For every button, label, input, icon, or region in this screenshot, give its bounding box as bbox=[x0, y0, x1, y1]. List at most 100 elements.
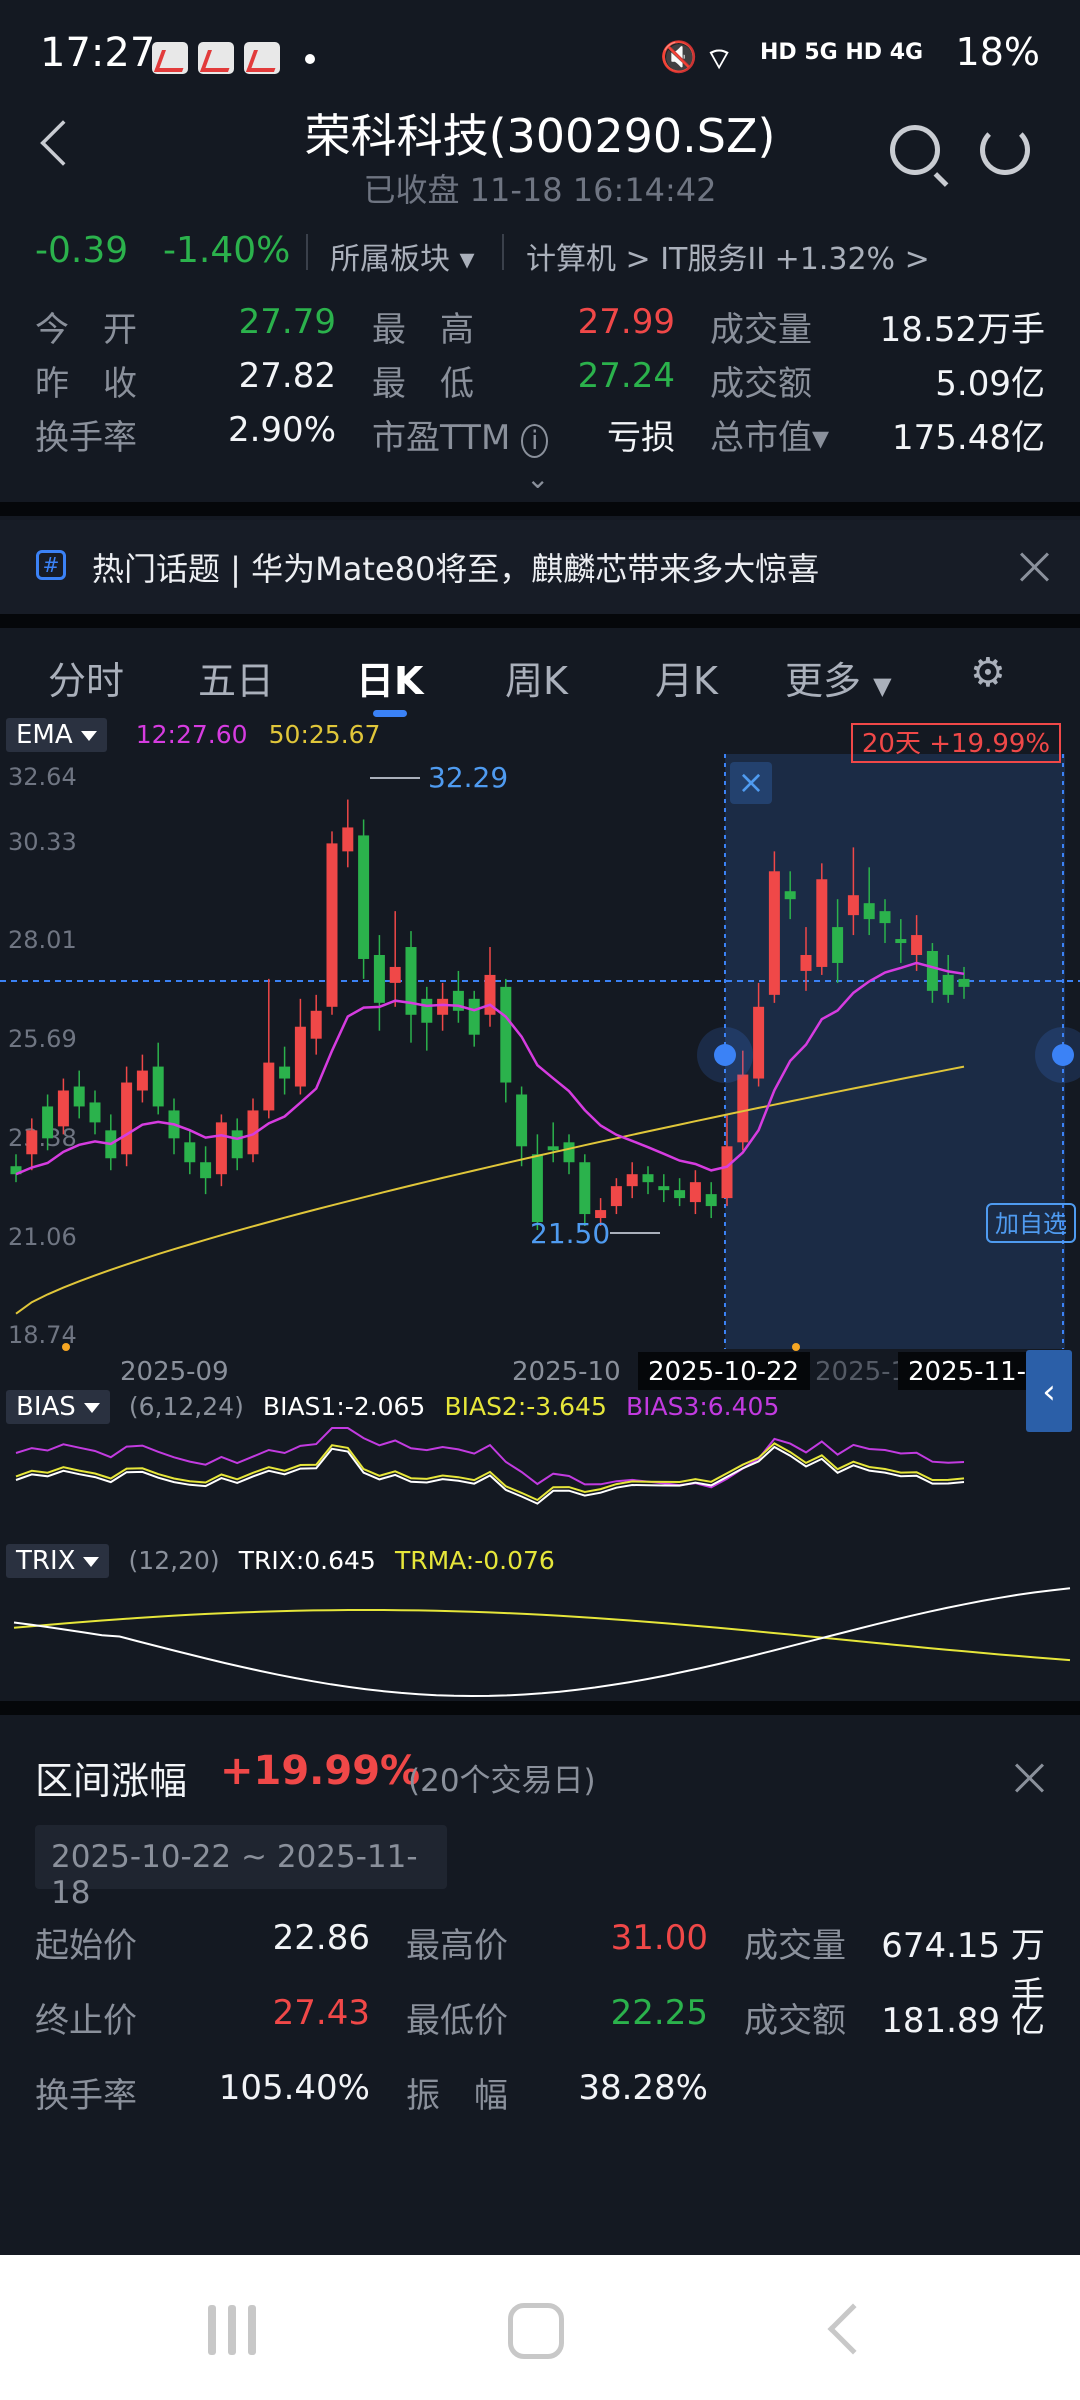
sector-link[interactable]: 计算机 > IT服务II +1.32% > bbox=[526, 234, 930, 278]
candle bbox=[326, 843, 338, 1007]
add-watchlist-label[interactable]: 加自选 bbox=[995, 1210, 1067, 1238]
close-icon[interactable] bbox=[1020, 552, 1050, 582]
x-axis-label: 2025-1 bbox=[815, 1357, 907, 1387]
candle bbox=[610, 1186, 622, 1207]
candle bbox=[215, 1122, 227, 1175]
turnover-value: 2.90% bbox=[227, 410, 336, 450]
candle bbox=[926, 951, 938, 991]
status-bar: 17:27 🔇 ⌔ HD 5G HD 4G 18% bbox=[0, 0, 1080, 110]
turnover-label: 换手率 bbox=[35, 418, 137, 458]
trix-value: TRIX:0.645 bbox=[238, 1546, 376, 1575]
divider bbox=[502, 234, 504, 270]
start-price: 22.86 bbox=[272, 1918, 370, 1958]
back-nav-icon[interactable] bbox=[827, 2303, 879, 2355]
battery-level: 18% bbox=[955, 30, 1040, 74]
open-value: 27.79 bbox=[238, 302, 336, 342]
candle bbox=[500, 986, 512, 1083]
kline-chart[interactable]: 32.64 30.33 28.01 25.69 23.38 21.06 18.7… bbox=[0, 716, 1080, 1701]
divider bbox=[0, 1701, 1080, 1715]
app-notification-icon bbox=[152, 42, 188, 74]
y-axis-label: 25.69 bbox=[8, 1025, 77, 1053]
y-axis-label: 30.33 bbox=[8, 828, 77, 856]
event-marker[interactable] bbox=[792, 1343, 800, 1351]
candle bbox=[705, 1194, 717, 1207]
candle bbox=[911, 935, 923, 955]
main-indicator-header: EMA 12:27.60 50:25.67 bbox=[6, 718, 380, 752]
selection-start-handle[interactable] bbox=[714, 1044, 736, 1066]
divider bbox=[0, 502, 1080, 516]
candle bbox=[136, 1070, 148, 1091]
candle bbox=[816, 879, 828, 967]
refresh-icon[interactable] bbox=[980, 125, 1030, 175]
candle bbox=[642, 1174, 654, 1183]
prev-close-value: 27.82 bbox=[238, 356, 336, 396]
candle bbox=[531, 1154, 543, 1223]
price-change: -0.39 bbox=[35, 230, 129, 271]
chevron-left-icon[interactable]: ‹ bbox=[1042, 1372, 1056, 1412]
sector-dropdown[interactable]: 所属板块 ▾ bbox=[330, 234, 475, 278]
candle bbox=[689, 1182, 701, 1203]
trix-selector[interactable]: TRIX bbox=[6, 1544, 110, 1578]
candle bbox=[279, 1066, 291, 1079]
selection-end-handle[interactable] bbox=[1052, 1044, 1074, 1066]
amount-label: 成交额 bbox=[710, 364, 812, 404]
search-icon[interactable] bbox=[890, 125, 940, 175]
close-selection-icon[interactable]: × bbox=[738, 763, 765, 801]
expand-chevron-icon[interactable]: ⌄ bbox=[526, 462, 549, 495]
bias-selector[interactable]: BIAS bbox=[6, 1390, 110, 1424]
tab-five-day[interactable]: 五日 bbox=[198, 650, 274, 705]
candle bbox=[879, 911, 891, 924]
system-navigation-bar bbox=[0, 2255, 1080, 2400]
high-price-label: 32.29 bbox=[428, 761, 508, 794]
market-cap-label[interactable]: 总市值▾ bbox=[710, 410, 829, 459]
candle bbox=[358, 835, 370, 959]
hot-topic-banner[interactable]: # 热门话题 | 华为Mate80将至，麒麟芯带来多大惊喜 bbox=[0, 520, 1080, 614]
tab-more[interactable]: 更多 ▼ bbox=[785, 650, 892, 705]
interval-range-text[interactable]: 2025-10-22 ~ 2025-11-18 bbox=[51, 1839, 447, 1911]
candle bbox=[958, 978, 970, 987]
close-icon[interactable] bbox=[1015, 1763, 1045, 1793]
interval-amount: 181.89 亿 bbox=[881, 2001, 1045, 2041]
trix-header: TRIX (12,20) TRIX:0.645 TRMA:-0.076 bbox=[6, 1544, 555, 1578]
recent-apps-icon[interactable] bbox=[208, 2305, 262, 2355]
bias-header: BIAS (6,12,24) BIAS1:-2.065 BIAS2:-3.645… bbox=[6, 1390, 779, 1424]
chart-period-tabs: 分时 五日 日K 周K 月K 更多 ▼ ⚙ bbox=[0, 628, 1080, 718]
settings-gear-icon[interactable]: ⚙ bbox=[970, 650, 1006, 696]
candle bbox=[200, 1162, 212, 1179]
candle bbox=[800, 954, 812, 971]
trma-value: TRMA:-0.076 bbox=[394, 1546, 555, 1575]
candle bbox=[389, 966, 401, 983]
tab-monthly-k[interactable]: 月K bbox=[655, 650, 718, 705]
high-label: 最 高 bbox=[372, 310, 474, 350]
open-label: 今 开 bbox=[35, 310, 137, 350]
candle bbox=[468, 998, 480, 1035]
volume-label: 成交量 bbox=[710, 310, 812, 350]
interval-date-range[interactable]: 2025-10-22 ~ 2025-11-18 bbox=[35, 1825, 447, 1911]
tab-daily-k[interactable]: 日K bbox=[356, 650, 423, 705]
interval-title: 区间涨幅 bbox=[35, 1759, 188, 1803]
candle bbox=[121, 1082, 133, 1155]
end-price: 27.43 bbox=[272, 1993, 370, 2033]
y-axis-label: 32.64 bbox=[8, 763, 77, 791]
low-price-label: 最低价 bbox=[406, 2001, 508, 2041]
ema-selector[interactable]: EMA bbox=[6, 718, 107, 752]
interval-low-price: 22.25 bbox=[610, 1993, 708, 2033]
pe-label[interactable]: 市盈TTM i bbox=[372, 410, 549, 459]
mute-icon: 🔇 bbox=[660, 40, 698, 75]
event-marker[interactable] bbox=[62, 1343, 70, 1351]
hot-topic-text[interactable]: 热门话题 | 华为Mate80将至，麒麟芯带来多大惊喜 bbox=[92, 544, 819, 590]
candle bbox=[832, 927, 844, 963]
candle bbox=[516, 1094, 528, 1147]
home-icon[interactable] bbox=[508, 2303, 564, 2359]
prev-close-label: 昨 收 bbox=[35, 364, 137, 404]
tab-intraday[interactable]: 分时 bbox=[48, 650, 124, 705]
candle bbox=[73, 1086, 85, 1107]
tab-weekly-k[interactable]: 周K bbox=[505, 650, 568, 705]
market-cap-value: 175.48亿 bbox=[892, 418, 1045, 458]
interval-days: (20个交易日) bbox=[408, 1763, 596, 1799]
low-label: 最 低 bbox=[372, 364, 474, 404]
bias-params: (6,12,24) bbox=[128, 1392, 244, 1421]
candle bbox=[26, 1130, 38, 1155]
selection-region bbox=[725, 754, 1065, 1349]
high-price-label: 最高价 bbox=[406, 1926, 508, 1966]
